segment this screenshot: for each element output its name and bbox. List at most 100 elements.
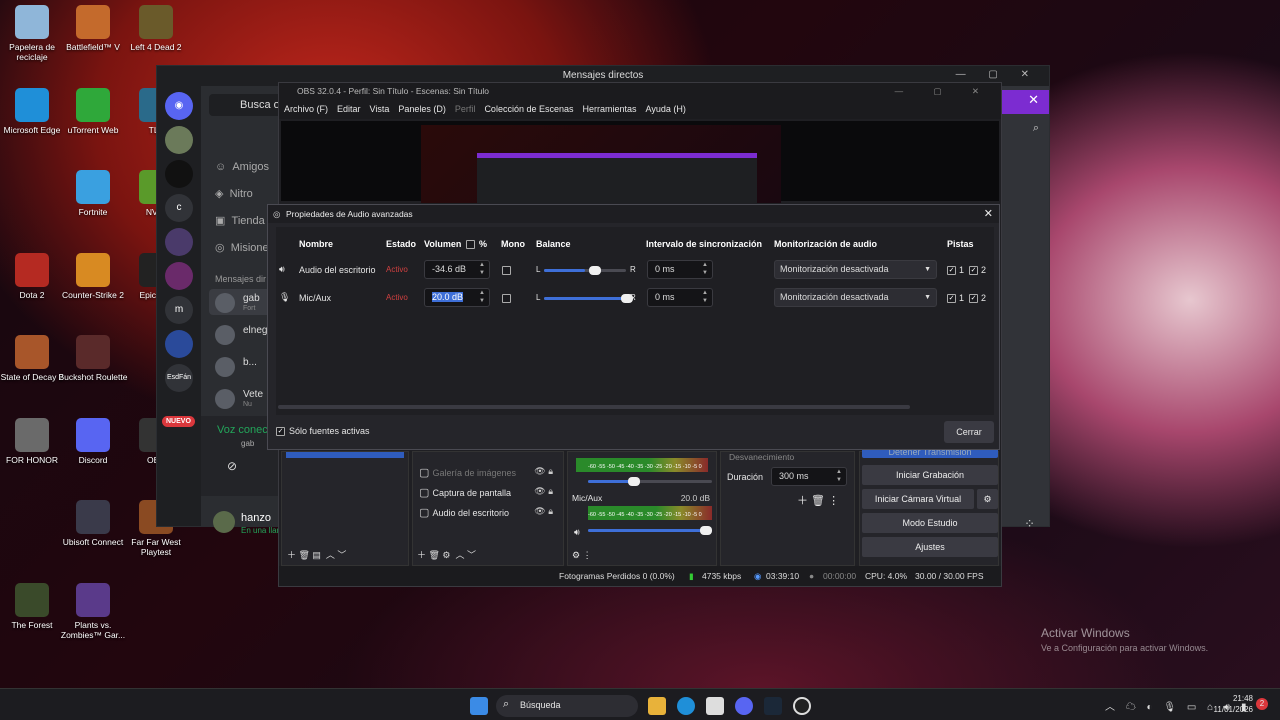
horizontal-scrollbar[interactable]	[278, 405, 910, 409]
speaker-icon[interactable]: 🔊︎	[574, 527, 580, 538]
window-controls[interactable]: — ▢ ✕	[895, 83, 993, 99]
menu-view[interactable]: Vista	[370, 99, 390, 119]
sync-offset-input[interactable]: 0 ms ▲ ▼	[647, 288, 713, 307]
spin-arrows[interactable]: ▲ ▼	[702, 261, 710, 277]
transition-select[interactable]: Desvanecimiento	[729, 452, 794, 462]
menu-file[interactable]: Archivo (F)	[284, 99, 328, 119]
nav-quests[interactable]: ◎ Misiones	[215, 235, 274, 262]
taskbar-search[interactable]: ⌕ Búsqueda	[496, 695, 638, 717]
monitoring-select[interactable]: Monitorización desactivada ▼	[774, 288, 937, 307]
mixer-settings-icon[interactable]: ⚙ ⋮	[572, 550, 592, 561]
preview-canvas[interactable]	[281, 121, 999, 203]
steam-icon[interactable]	[764, 697, 782, 715]
monitoring-select[interactable]: Monitorización desactivada ▼	[774, 260, 937, 279]
spin-arrows[interactable]: ▲ ▼	[836, 468, 844, 484]
nav-friends[interactable]: ☺ Amigos	[215, 154, 274, 181]
track-2-checkbox[interactable]: ✓	[969, 266, 978, 275]
spin-arrows[interactable]: ▲ ▼	[479, 261, 487, 277]
volume-input[interactable]: -34.6 dB ▲ ▼	[424, 260, 490, 279]
obs-icon[interactable]	[793, 697, 811, 715]
nav-nitro[interactable]: ◈ Nitro	[215, 181, 274, 208]
spin-arrows[interactable]: ▲ ▼	[479, 289, 487, 305]
close-icon[interactable]: ✕	[1028, 92, 1039, 108]
desktop-icon[interactable]: The Forest	[0, 583, 67, 630]
mono-checkbox[interactable]	[502, 294, 511, 303]
store-icon[interactable]	[706, 697, 724, 715]
desktop-icon[interactable]: Plants vs. Zombies™ Gar...	[58, 583, 128, 640]
source-item[interactable]: ▢ Audio del escritorio 👁︎ 🔒︎	[419, 506, 559, 519]
advanced-audio-dialog[interactable]: ◎ Propiedades de Audio avanzadas ✕ Nombr…	[267, 204, 1000, 450]
spin-arrows[interactable]: ▲ ▼	[702, 289, 710, 305]
clock[interactable]: 21:48 11/01/2026	[1208, 693, 1253, 715]
server-icon[interactable]	[165, 160, 193, 188]
studio-mode-button[interactable]: Modo Estudio	[862, 513, 998, 533]
desktop-icon[interactable]: Ubisoft Connect	[58, 500, 128, 547]
desktop-icon[interactable]: Papelera de reciclaje	[0, 5, 67, 62]
server-icon[interactable]: c	[165, 194, 193, 222]
volume-slider[interactable]	[588, 526, 712, 535]
desktop-icon[interactable]: Discord	[58, 418, 128, 465]
menu-scene-collection[interactable]: Colección de Escenas	[484, 99, 573, 119]
file-explorer-icon[interactable]	[648, 697, 666, 715]
server-icon[interactable]: m	[165, 296, 193, 324]
menu-edit[interactable]: Editar	[337, 99, 361, 119]
gear-icon[interactable]: ⚙	[977, 489, 998, 509]
speaker-icon[interactable]: 🔊︎	[279, 264, 285, 275]
server-icon[interactable]	[165, 228, 193, 256]
track-2-checkbox[interactable]: ✓	[969, 294, 978, 303]
close-icon[interactable]: ✕	[984, 205, 993, 223]
menu-profile[interactable]: Perfil	[455, 99, 476, 119]
balance-slider[interactable]	[544, 266, 626, 275]
desktop-icon[interactable]: Microsoft Edge	[0, 88, 67, 135]
search-icon[interactable]: ⌕	[1033, 122, 1039, 135]
windows-start-icon[interactable]	[470, 697, 488, 715]
desktop-icon[interactable]: Battlefield™ V	[58, 5, 128, 52]
desktop-icon[interactable]: State of Decay 2	[0, 335, 67, 382]
desktop-icon[interactable]: uTorrent Web	[58, 88, 128, 135]
scene-selected[interactable]	[286, 452, 404, 458]
start-recording-button[interactable]: Iniciar Grabación	[862, 465, 998, 485]
source-toolbar[interactable]: ＋ 🗑︎ ⚙ ︿ ﹀	[417, 548, 476, 561]
activity-icon[interactable]: ⁘	[1024, 516, 1035, 532]
close-button[interactable]: Cerrar	[944, 421, 994, 443]
menu-tools[interactable]: Herramientas	[583, 99, 637, 119]
desktop-icon[interactable]: FOR HONOR	[0, 418, 67, 465]
desktop-icon[interactable]: Dota 2	[0, 253, 67, 300]
balance-slider[interactable]	[544, 294, 633, 303]
notification-badge[interactable]: 2	[1256, 698, 1268, 710]
desktop-icon[interactable]: Left 4 Dead 2	[121, 5, 191, 52]
visibility-lock-icons[interactable]: 👁︎ 🔒︎	[534, 486, 553, 497]
discord-home-icon[interactable]: ◉	[165, 92, 193, 120]
track-1-checkbox[interactable]: ✓	[947, 294, 956, 303]
desktop-icon[interactable]: Buckshot Roulette	[58, 335, 128, 382]
volume-input[interactable]: 20.0 dB ▲ ▼	[424, 288, 490, 307]
server-icon[interactable]	[165, 126, 193, 154]
menu-help[interactable]: Ayuda (H)	[646, 99, 686, 119]
sync-offset-input[interactable]: 0 ms ▲ ▼	[647, 260, 713, 279]
settings-button[interactable]: Ajustes	[862, 537, 998, 557]
server-icon[interactable]	[165, 262, 193, 290]
percent-checkbox[interactable]	[466, 240, 475, 249]
mono-checkbox[interactable]	[502, 266, 511, 275]
desktop-icon[interactable]: Fortnite	[58, 170, 128, 217]
transition-add-icon[interactable]: ＋ 🗑︎ ⋮	[797, 492, 839, 508]
visibility-lock-icons[interactable]: 👁︎ 🔒︎	[534, 466, 553, 477]
avatar[interactable]	[213, 511, 235, 533]
camera-off-icon[interactable]: ⊘	[227, 459, 237, 473]
window-controls[interactable]: — ▢ ✕	[956, 69, 1039, 80]
source-item[interactable]: ▢ Galería de imágenes 👁︎ 🔒︎	[419, 466, 559, 479]
visibility-lock-icons[interactable]: 👁︎ 🔒︎	[534, 506, 553, 517]
nav-shop[interactable]: ▣ Tienda	[215, 208, 274, 235]
scene-toolbar[interactable]: ＋ 🗑︎ ▤ ︿ ﹀	[287, 548, 346, 561]
edge-icon[interactable]	[677, 697, 695, 715]
server-icon[interactable]: EsdFán	[165, 364, 193, 392]
duration-input[interactable]: 300 ms ▲ ▼	[771, 467, 847, 486]
only-active-checkbox[interactable]: ✓	[276, 427, 285, 436]
microphone-icon[interactable]: 🎙︎	[279, 292, 290, 303]
track-1-checkbox[interactable]: ✓	[947, 266, 956, 275]
desktop-icon[interactable]: Counter-Strike 2	[58, 253, 128, 300]
server-icon[interactable]	[165, 330, 193, 358]
volume-slider[interactable]	[588, 477, 712, 486]
source-item[interactable]: ▢ Captura de pantalla 👁︎ 🔒︎	[419, 486, 559, 499]
menu-docks[interactable]: Paneles (D)	[398, 99, 446, 119]
